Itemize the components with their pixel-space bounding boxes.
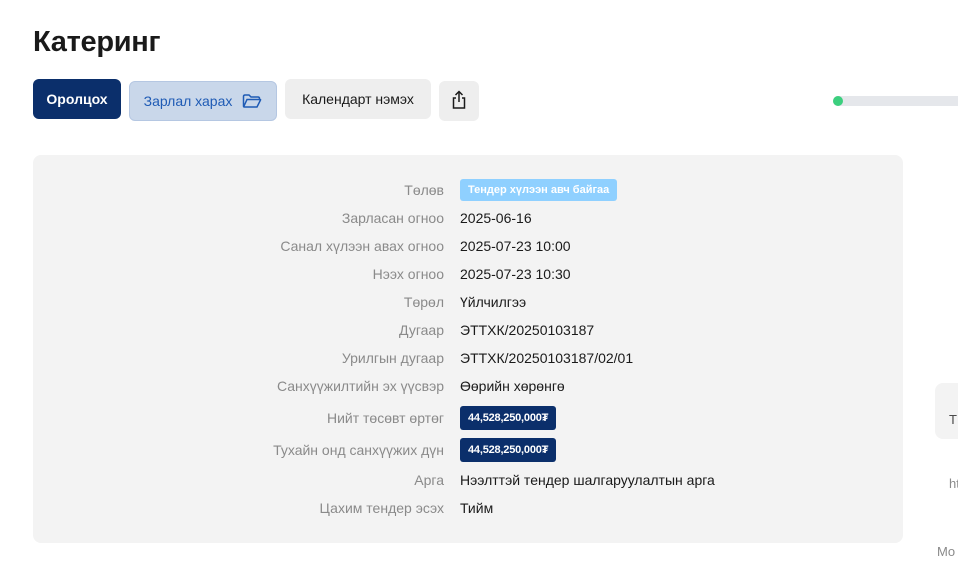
amount-badge: 44,528,250,000₮ bbox=[460, 406, 557, 430]
detail-row: Дугаар ЭТТХК/20250103187 bbox=[33, 317, 903, 343]
view-notice-label: Зарлал харах bbox=[143, 93, 233, 109]
detail-label: Төрөл bbox=[403, 294, 444, 310]
side-panel-link: ht bbox=[949, 476, 958, 491]
detail-row: Санал хүлээн авах огноо 2025-07-23 10:00 bbox=[33, 233, 903, 259]
detail-label: Урилгын дугаар bbox=[341, 350, 444, 366]
detail-value: 2025-07-23 10:30 bbox=[460, 266, 571, 282]
detail-label: Төлөв bbox=[404, 182, 444, 198]
amount-badge: 44,528,250,000₮ bbox=[460, 438, 557, 462]
detail-row: Зарласан огноо 2025-06-16 bbox=[33, 205, 903, 231]
detail-label: Цахим тендер эсэх bbox=[319, 500, 444, 516]
share-button[interactable] bbox=[439, 81, 479, 121]
detail-value: Үйлчилгээ bbox=[460, 294, 527, 310]
detail-label: Дугаар bbox=[399, 322, 444, 338]
detail-row: Арга Нээлттэй тендер шалгаруулалтын арга bbox=[33, 467, 903, 493]
detail-row: Төрөл Үйлчилгээ bbox=[33, 289, 903, 315]
progress-bar bbox=[833, 96, 958, 106]
detail-row: Нээх огноо 2025-07-23 10:30 bbox=[33, 261, 903, 287]
detail-value: Өөрийн хөрөнгө bbox=[460, 378, 565, 394]
detail-value: 2025-06-16 bbox=[460, 210, 532, 226]
detail-row: Төлөв Тендер хүлээн авч байгаа bbox=[33, 177, 903, 203]
tender-details-card: Төлөв Тендер хүлээн авч байгаа Зарласан ог… bbox=[33, 155, 903, 543]
detail-label: Нийт төсөвт өртөг bbox=[326, 410, 444, 426]
page-title: Катеринг bbox=[33, 26, 161, 58]
detail-value: 2025-07-23 10:00 bbox=[460, 238, 571, 254]
detail-value: Тийм bbox=[460, 500, 494, 516]
add-to-calendar-button[interactable]: Календарт нэмэх bbox=[285, 79, 431, 119]
detail-label: Нээх огноо bbox=[372, 266, 444, 282]
detail-row: Санхүүжилтийн эх үүсвэр Өөрийн хөрөнгө bbox=[33, 373, 903, 399]
detail-row: Тухайн онд санхүүжих дүн 44,528,250,000₮ bbox=[33, 437, 903, 463]
detail-value: ЭТТХК/20250103187 bbox=[460, 322, 595, 338]
side-panel-box bbox=[935, 383, 958, 439]
detail-label: Санал хүлээн авах огноо bbox=[280, 238, 444, 254]
detail-row: Нийт төсөвт өртөг 44,528,250,000₮ bbox=[33, 405, 903, 431]
side-panel-text: T bbox=[949, 412, 957, 427]
detail-value: Нээлттэй тендер шалгаруулалтын арга bbox=[460, 472, 715, 488]
side-panel-footer: Mo bbox=[937, 544, 956, 559]
detail-value: ЭТТХК/20250103187/02/01 bbox=[460, 350, 634, 366]
progress-indicator bbox=[833, 96, 843, 106]
detail-row: Урилгын дугаар ЭТТХК/20250103187/02/01 bbox=[33, 345, 903, 371]
detail-label: Зарласан огноо bbox=[341, 210, 444, 226]
detail-label: Арга bbox=[414, 472, 444, 488]
detail-label: Тухайн онд санхүүжих дүн bbox=[273, 442, 444, 458]
detail-row: Цахим тендер эсэх Тийм bbox=[33, 495, 903, 521]
folder-icon bbox=[242, 93, 262, 109]
participate-button[interactable]: Оролцох bbox=[33, 79, 121, 119]
detail-label: Санхүүжилтийн эх үүсвэр bbox=[276, 378, 444, 394]
status-badge: Тендер хүлээн авч байгаа bbox=[460, 179, 618, 201]
view-notice-button[interactable]: Зарлал харах bbox=[129, 81, 277, 121]
share-icon bbox=[451, 89, 467, 113]
